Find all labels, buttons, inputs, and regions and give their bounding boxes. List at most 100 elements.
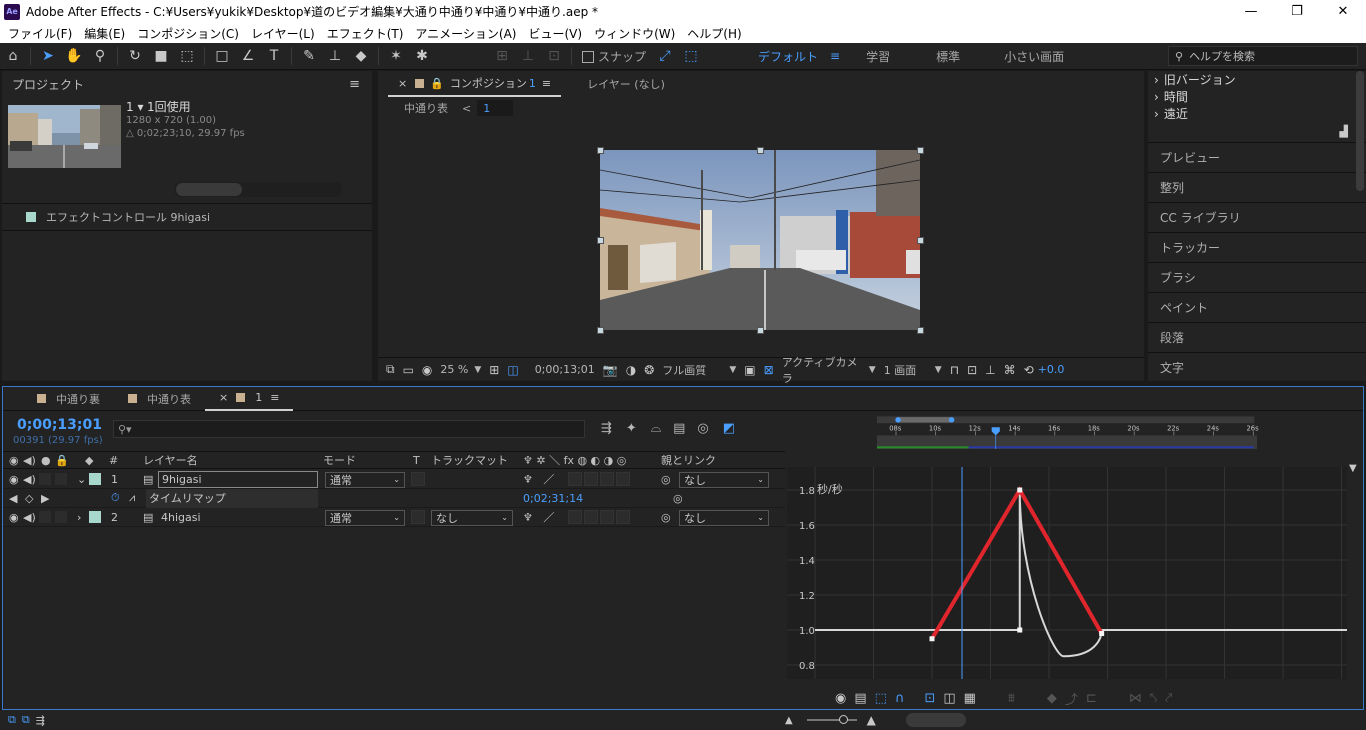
work-area-start-handle[interactable] — [895, 417, 901, 423]
draft-3d-icon[interactable]: ✦ — [626, 421, 637, 436]
current-time-display[interactable]: 0;00;13;01 — [17, 417, 102, 433]
fit-all-icon[interactable]: ◫ — [943, 691, 955, 706]
graph-editor-icon[interactable]: ◩ — [723, 421, 735, 436]
zoom-tool-icon[interactable]: ⚲ — [89, 45, 111, 67]
timeline-tab-menu[interactable]: ≡ — [270, 391, 279, 404]
project-panel-menu-button[interactable]: ≡ — [349, 77, 360, 92]
layer-name[interactable]: 9higasi — [158, 471, 318, 488]
transform-handle[interactable] — [597, 327, 604, 334]
tree-item-perspective[interactable]: › 遠近 — [1154, 105, 1366, 122]
timeline-panel-icon[interactable]: ⊥ — [981, 363, 999, 377]
layer-row[interactable]: ◉ ◀) ⌄ 1 ▤ 9higasi 通常 ⌄ ♆ ／ ◎ なし ⌄ — [3, 470, 785, 489]
video-toggle-icon[interactable]: ◉ — [9, 451, 19, 470]
col-parent[interactable]: 親とリンク — [661, 451, 716, 470]
pick-whip-icon[interactable]: ◎ — [661, 508, 671, 527]
transform-handle[interactable] — [917, 147, 924, 154]
exposure-value[interactable]: +0.0 — [1038, 363, 1065, 376]
camera-dropdown[interactable]: アクティブカメラ ▼ — [778, 354, 880, 386]
solo-box[interactable] — [39, 473, 51, 485]
toggle-pixel-aspect-icon[interactable]: ⊓ — [946, 363, 963, 377]
breadcrumb-back-icon[interactable]: < — [462, 102, 471, 115]
type-tool-icon[interactable]: T — [263, 45, 285, 67]
pan-behind-tool-icon[interactable]: ⬚ — [176, 45, 198, 67]
right-panel-scrollbar[interactable] — [1356, 71, 1364, 191]
chevron-right-icon[interactable]: › — [77, 508, 81, 527]
easy-ease-in-icon[interactable]: ⤣ — [1150, 691, 1157, 706]
speed-graph-line[interactable] — [815, 489, 1347, 658]
help-search-input[interactable]: ⚲ ヘルプを検索 — [1168, 46, 1358, 66]
axis-local-icon[interactable]: ⊞ — [491, 45, 513, 67]
show-properties-icon[interactable]: ◉ — [835, 691, 846, 706]
project-scrollbar[interactable] — [176, 183, 242, 196]
clone-stamp-tool-icon[interactable]: ⊥ — [324, 45, 346, 67]
tree-item-time[interactable]: › 時間 — [1154, 88, 1366, 105]
grid-overlay-icon[interactable]: ⊞ — [485, 363, 503, 377]
col-mode[interactable]: モード — [323, 451, 356, 470]
axis-world-icon[interactable]: ⊥ — [517, 45, 539, 67]
current-time-indicator[interactable] — [991, 427, 1000, 436]
view-layout-dropdown[interactable]: 1 画面 ▼ — [880, 362, 946, 378]
transform-box-icon[interactable]: ⬚ — [875, 691, 887, 706]
brush-tool-icon[interactable]: ✎ — [298, 45, 320, 67]
panel-align[interactable]: 整列 — [1148, 172, 1366, 202]
fast-preview-icon[interactable]: ▣ — [740, 363, 759, 377]
zoom-out-icon[interactable]: ▲ — [785, 715, 793, 726]
home-icon[interactable]: ⌂ — [2, 45, 24, 67]
col-layer-name[interactable]: レイヤー名 — [143, 451, 198, 470]
reset-exposure-icon[interactable]: ⟲ — [1020, 363, 1038, 377]
graph-icon[interactable]: ⩘ — [129, 489, 135, 508]
pen-tool-icon[interactable]: ∠ — [237, 45, 259, 67]
layer-name[interactable]: 4higasi — [161, 508, 201, 527]
tab-layer[interactable]: レイヤー (なし) — [577, 71, 675, 97]
workspace-standard[interactable]: 標準 — [930, 48, 966, 65]
region-of-interest-icon[interactable]: ◫ — [503, 363, 522, 377]
lock-icon[interactable]: 🔒 — [55, 451, 69, 470]
close-tab-button[interactable]: × — [398, 77, 407, 90]
channel-color-icon[interactable]: ❂ — [640, 363, 658, 377]
auto-bezier-icon[interactable]: ⊏ — [1086, 691, 1097, 706]
panel-preview[interactable]: プレビュー — [1148, 142, 1366, 172]
edit-keyframe-icon[interactable]: ⩩ — [1008, 691, 1015, 706]
maximize-button[interactable]: ❐ — [1274, 0, 1320, 23]
composition-tab-menu[interactable]: ≡ — [542, 77, 551, 90]
time-ruler[interactable]: 08s 10s 12s 14s 16s 18s 20s 22s 24s 26s — [787, 411, 1347, 449]
menu-help[interactable]: ヘルプ(H) — [681, 25, 747, 42]
menu-view[interactable]: ビュー(V) — [522, 25, 588, 42]
menu-effect[interactable]: エフェクト(T) — [321, 25, 410, 42]
mode-dropdown[interactable]: 通常 ⌄ — [325, 471, 405, 488]
audio-toggle-icon[interactable]: ◀) — [23, 451, 36, 470]
menu-file[interactable]: ファイル(F) — [2, 25, 78, 42]
parent-dropdown[interactable]: なし ⌄ — [679, 471, 769, 488]
separate-dimensions-icon[interactable]: ▦ — [964, 691, 976, 706]
linear-keyframe-icon[interactable]: ⤴ — [1065, 689, 1078, 708]
workspace-small-screen[interactable]: 小さい画面 — [998, 48, 1070, 65]
zoom-slider-handle[interactable] — [838, 715, 848, 724]
puppet-tool-icon[interactable]: ✱ — [411, 45, 433, 67]
mask-visibility-icon[interactable]: ◉ — [418, 363, 436, 377]
composition-mini-flowchart-icon[interactable]: ⇶ — [601, 421, 612, 436]
transform-handle[interactable] — [597, 147, 604, 154]
lock-icon[interactable]: 🔒 — [430, 77, 444, 90]
flowchart-icon[interactable]: ⌘ — [1000, 363, 1020, 377]
label-icon[interactable]: ◆ — [85, 451, 93, 470]
panel-cc-libraries[interactable]: CC ライブラリ — [1148, 202, 1366, 232]
axis-view-icon[interactable]: ⊡ — [543, 45, 565, 67]
new-item-icon[interactable]: ▟ — [1340, 125, 1348, 138]
panel-brushes[interactable]: ブラシ — [1148, 262, 1366, 292]
work-area-bar[interactable] — [897, 417, 952, 423]
shy-layers-icon[interactable]: ⌓ — [651, 421, 661, 436]
stopwatch-icon[interactable]: ⏱ — [111, 489, 120, 508]
keyframe-point[interactable] — [1017, 627, 1023, 633]
workspace-learn[interactable]: 学習 — [860, 48, 896, 65]
col-track-matte[interactable]: トラックマット — [431, 451, 508, 470]
comp-flowchart-icon[interactable]: ⧉ — [8, 713, 16, 727]
tab-composition[interactable]: × 🔒 コンポジション 1 ≡ — [388, 71, 562, 97]
previous-keyframe-icon[interactable]: ◀ — [9, 489, 17, 508]
eraser-tool-icon[interactable]: ◆ — [350, 45, 372, 67]
selection-tool-icon[interactable]: ➤ — [37, 45, 59, 67]
workspace-menu-icon[interactable]: ≡ — [824, 49, 846, 63]
keyframe-icon[interactable]: ◇ — [25, 489, 33, 508]
tree-item-obsolete[interactable]: › 旧バージョン — [1154, 71, 1366, 88]
roto-brush-tool-icon[interactable]: ✶ — [385, 45, 407, 67]
lock-box[interactable] — [55, 511, 67, 523]
